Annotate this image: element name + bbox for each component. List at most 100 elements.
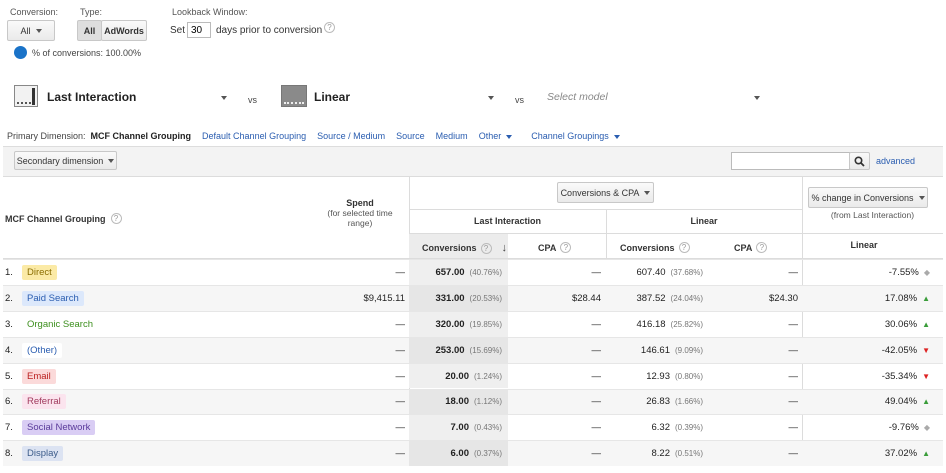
help-icon[interactable]: ?	[480, 242, 492, 254]
advanced-link[interactable]: advanced	[876, 156, 915, 166]
help-icon[interactable]: ?	[678, 242, 690, 253]
channel-tag[interactable]: (Other)	[22, 342, 63, 358]
row-number: 5.	[5, 370, 13, 382]
table-row[interactable]: 7. Social Network — 7.00 (0.43%) — 6.32 (0…	[3, 414, 943, 441]
li-conversions-cell: 20.00 (1.24%)	[409, 363, 508, 389]
chevron-down-icon	[644, 190, 651, 195]
dimension-link[interactable]: Source / Medium	[317, 131, 385, 141]
col-li-conversions[interactable]: Conversions ? ↓	[422, 242, 507, 254]
lin-conversions-cell: 6.32 (0.39%)	[651, 415, 703, 440]
li-conversions-value: 253.00	[435, 344, 465, 356]
change-select[interactable]: % change in Conversions	[808, 187, 928, 208]
channel-cell[interactable]: Organic Search	[22, 312, 99, 337]
li-conversions-cell: 253.00 (15.69%)	[409, 337, 508, 363]
spend-cell: —	[395, 318, 406, 330]
model1-label[interactable]: Last Interaction	[47, 90, 136, 104]
conversion-label: Conversion:	[10, 7, 59, 17]
table-row[interactable]: 3. Organic Search — 320.00 (19.85%) — 416…	[3, 310, 943, 337]
li-conversions-value: 320.00	[435, 318, 465, 330]
channel-cell[interactable]: (Other)	[22, 338, 63, 363]
lin-cpa-cell: —	[788, 318, 799, 330]
channel-cell[interactable]: Direct	[22, 260, 57, 285]
li-cpa-cell: $28.44	[571, 292, 601, 304]
channel-cell[interactable]: Display	[22, 441, 64, 466]
chevron-down-icon[interactable]	[488, 96, 494, 100]
table-row[interactable]: 6. Referral — 18.00 (1.12%) — 26.83 (1.66%…	[3, 388, 943, 415]
li-conversions-pct: (15.69%)	[469, 345, 502, 355]
channel-tag[interactable]: Email	[22, 368, 56, 384]
lin-cpa-cell: —	[788, 422, 799, 434]
channel-tag[interactable]: Organic Search	[22, 316, 99, 332]
row-number: 8.	[5, 448, 13, 460]
lin-conversions-cell: 387.52 (24.04%)	[636, 286, 703, 311]
li-conversions-pct: (19.85%)	[469, 319, 502, 329]
lin-conversions-pct: (9.09%)	[674, 345, 703, 355]
help-icon[interactable]: ?	[756, 242, 768, 253]
col-lin-cpa[interactable]: CPA ?	[734, 242, 768, 253]
search-button[interactable]	[849, 152, 870, 170]
arrow-down-icon: ▼	[922, 345, 930, 355]
col-change-model: Linear	[850, 240, 878, 250]
primary-dimension-bar: Primary Dimension: MCF Channel Grouping …	[7, 131, 620, 141]
dimension-link[interactable]: Medium	[436, 131, 468, 141]
li-conversions-pct: (0.43%)	[473, 423, 502, 433]
channel-groupings[interactable]: Channel Groupings	[531, 131, 620, 141]
channel-tag[interactable]: Paid Search	[22, 290, 84, 306]
change-value: 49.04%	[884, 396, 918, 408]
conversion-select[interactable]: All	[7, 20, 55, 41]
lin-conversions-pct: (0.39%)	[674, 423, 703, 433]
channel-cell[interactable]: Paid Search	[22, 286, 84, 311]
lookback-label: Lookback Window:	[172, 7, 248, 17]
channel-tag[interactable]: Referral	[22, 394, 66, 410]
table-row[interactable]: 5. Email — 20.00 (1.24%) — 12.93 (0.80%) —…	[3, 362, 943, 389]
sort-down-icon[interactable]: ↓	[502, 242, 508, 254]
li-conversions-pct: (20.53%)	[469, 293, 502, 303]
change-cell: -7.55% ◆	[889, 260, 930, 285]
chevron-down-icon	[506, 135, 513, 139]
channel-tag[interactable]: Display	[22, 446, 64, 462]
help-icon[interactable]: ?	[110, 213, 122, 224]
dimension-other[interactable]: Other	[479, 131, 513, 141]
li-conversions-pct: (40.76%)	[469, 267, 502, 277]
chevron-down-icon[interactable]	[221, 96, 227, 100]
channel-cell[interactable]: Referral	[22, 390, 66, 415]
metric-select[interactable]: Conversions & CPA	[557, 182, 654, 203]
channel-cell[interactable]: Email	[22, 364, 56, 389]
li-conversions-cell: 18.00 (1.12%)	[409, 389, 508, 415]
secondary-dimension-button[interactable]: Secondary dimension	[14, 151, 117, 170]
help-icon[interactable]: ?	[324, 22, 335, 33]
table-row[interactable]: 8. Display — 6.00 (0.37%) — 8.22 (0.51%) —…	[3, 440, 943, 467]
model3-select[interactable]: Select model	[547, 91, 608, 103]
lin-conversions-cell: 607.40 (37.68%)	[636, 260, 703, 285]
lin-cpa-cell: $24.30	[768, 292, 798, 304]
li-conversions-cell: 331.00 (20.53%)	[409, 285, 508, 311]
type-adwords-button[interactable]: AdWords	[101, 20, 147, 41]
table-row[interactable]: 4. (Other) — 253.00 (15.69%) — 146.61 (9.0…	[3, 336, 943, 363]
lin-conversions-cell: 12.93 (0.80%)	[646, 364, 703, 389]
channel-tag[interactable]: Direct	[22, 264, 57, 280]
arrow-up-icon: ▲	[922, 449, 930, 459]
table-row[interactable]: 2. Paid Search $9,415.11 331.00 (20.53%) …	[3, 284, 943, 311]
lin-conversions-cell: 146.61 (9.09%)	[641, 338, 703, 363]
spend-title: Spend	[346, 198, 374, 208]
type-all-button[interactable]: All	[77, 20, 102, 41]
lin-conversions-cell: 26.83 (1.66%)	[646, 390, 703, 415]
col-lin-conversions[interactable]: Conversions ?	[620, 242, 690, 253]
col-li-cpa[interactable]: CPA ?	[538, 242, 572, 253]
table-row[interactable]: 1. Direct — 657.00 (40.76%) — 607.40 (37.6…	[3, 259, 943, 285]
dimension-link[interactable]: Default Channel Grouping	[202, 131, 306, 141]
chevron-down-icon[interactable]	[754, 96, 760, 100]
lin-cpa-cell: —	[788, 448, 799, 460]
search-input[interactable]	[731, 152, 850, 170]
help-icon[interactable]: ?	[560, 242, 572, 253]
dimension-link[interactable]: Source	[396, 131, 425, 141]
change-cell: 49.04% ▲	[885, 390, 930, 415]
li-conversions-cell: 657.00 (40.76%)	[409, 260, 508, 285]
channel-tag[interactable]: Social Network	[22, 420, 96, 436]
change-subtitle: (from Last Interaction)	[830, 210, 915, 220]
spend-cell: —	[395, 448, 406, 460]
lookback-days-input[interactable]	[187, 22, 211, 38]
group-linear: Linear	[690, 216, 718, 226]
channel-cell[interactable]: Social Network	[22, 415, 96, 440]
model2-label[interactable]: Linear	[314, 90, 350, 104]
